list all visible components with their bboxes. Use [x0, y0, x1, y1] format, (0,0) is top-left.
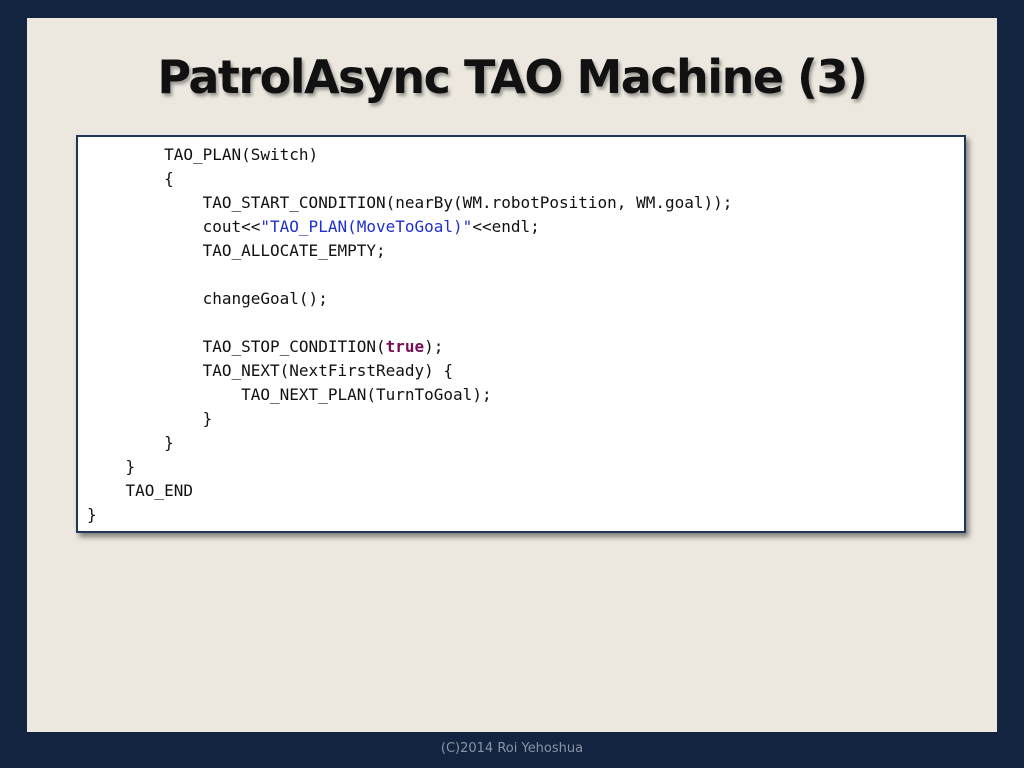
code-line: } — [87, 505, 97, 524]
string-literal: "TAO_PLAN(MoveToGoal)" — [260, 217, 473, 236]
code-line: TAO_END — [125, 481, 193, 500]
code-line: TAO_START_CONDITION(nearBy(WM.robotPosit… — [202, 193, 733, 212]
keyword-true: true — [385, 337, 425, 356]
code-box: TAO_PLAN(Switch) { TAO_START_CONDITION(n… — [76, 135, 966, 533]
code-line: TAO_ALLOCATE_EMPTY; — [202, 241, 386, 260]
code-line: } — [125, 457, 136, 476]
slide-title: PatrolAsync TAO Machine (3) — [157, 50, 868, 104]
code-line: TAO_PLAN(Switch) — [164, 145, 319, 164]
code-block: TAO_PLAN(Switch) { TAO_START_CONDITION(n… — [87, 143, 732, 527]
code-line: changeGoal(); — [202, 289, 328, 308]
code-line: TAO_STOP_CONDITION(true); — [202, 337, 444, 356]
code-line: { — [164, 169, 174, 188]
code-line: TAO_NEXT_PLAN(TurnToGoal); — [241, 385, 492, 404]
code-line: } — [164, 433, 174, 452]
code-line: TAO_NEXT(NextFirstReady) { — [202, 361, 454, 380]
code-line: cout<<"TAO_PLAN(MoveToGoal)"<<endl; — [202, 217, 540, 236]
code-line: } — [202, 409, 213, 428]
slide-footer: (C)2014 Roi Yehoshua — [440, 741, 584, 756]
